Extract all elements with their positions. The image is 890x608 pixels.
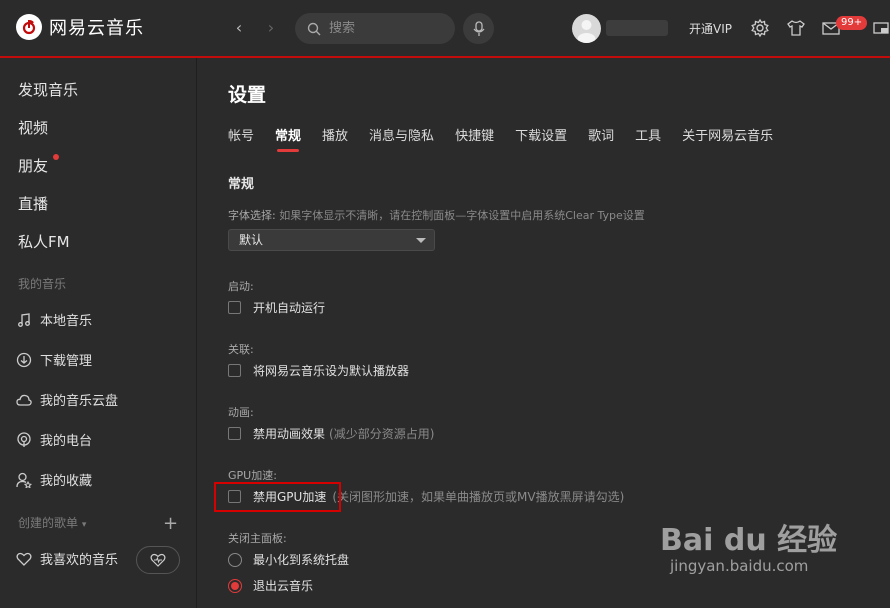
gpu-note: (关闭图形加速，如果单曲播放页或MV播放黑屏请勾选) (332, 490, 625, 504)
watermark-main: Bai du 经验 (660, 523, 838, 558)
sidebar-item-my-radio[interactable]: 我的电台 (16, 430, 92, 449)
gpu-label: GPU加速: (228, 469, 277, 482)
minimize-radio[interactable] (228, 552, 242, 567)
heartbeat-icon (150, 553, 166, 567)
message-badge: 99+ (836, 16, 868, 30)
animation-label: 动画: (228, 406, 254, 419)
sidebar-item-live[interactable]: 直播 (18, 193, 48, 214)
sidebar-item-label: 我的电台 (40, 434, 93, 449)
font-select[interactable]: 默认 (228, 229, 435, 251)
exit-label: 退出云音乐 (253, 579, 314, 593)
app-logo[interactable]: 网易云音乐 (16, 14, 144, 40)
tab-general[interactable]: 常规 (275, 125, 301, 152)
sidebar-item-discover[interactable]: 发现音乐 (18, 79, 78, 100)
watermark-sub: jingyan.baidu.com (670, 557, 809, 575)
sidebar-item-label: 我的音乐云盘 (40, 394, 119, 409)
heartbeat-mode-button[interactable] (136, 546, 180, 574)
association-option[interactable]: 将网易云音乐设为默认播放器 (228, 362, 409, 379)
association-label: 关联: (228, 343, 254, 356)
microphone-icon (473, 20, 484, 36)
created-playlists-heading[interactable]: 创建的歌单 ▾ (18, 514, 86, 531)
app-name: 网易云音乐 (49, 18, 144, 39)
font-select-value: 默认 (239, 233, 264, 247)
sidebar-item-label: 下载管理 (40, 354, 93, 369)
tab-lyrics[interactable]: 歌词 (588, 125, 614, 144)
startup-label: 启动: (228, 280, 254, 293)
heart-icon (16, 552, 32, 566)
association-option-label: 将网易云音乐设为默认播放器 (253, 364, 410, 378)
default-player-checkbox[interactable] (228, 364, 241, 377)
search-icon (307, 22, 321, 35)
music-note-icon (18, 312, 30, 327)
sidebar-item-label: 我的收藏 (40, 474, 93, 489)
notification-dot (53, 154, 59, 160)
close-option-minimize[interactable]: 最小化到系统托盘 (228, 551, 349, 568)
my-music-heading: 我的音乐 (18, 277, 67, 291)
radio-icon (17, 431, 31, 447)
sidebar: 发现音乐 视频 朋友 直播 私人FM 我的音乐 本地音乐 下载管理 我的音乐云盘… (0, 58, 197, 608)
sidebar-item-collection[interactable]: 我的收藏 (16, 470, 92, 489)
add-playlist-button[interactable]: + (163, 513, 178, 534)
tab-download-settings[interactable]: 下载设置 (515, 125, 567, 144)
mini-mode-icon[interactable] (872, 18, 890, 38)
startup-option-label: 开机自动运行 (253, 301, 326, 315)
download-icon (16, 352, 32, 367)
animation-option-label: 禁用动画效果 (253, 427, 326, 441)
avatar[interactable] (572, 14, 601, 43)
skin-shirt-icon[interactable] (786, 18, 806, 38)
voice-search-button[interactable] (463, 13, 494, 44)
sidebar-item-video[interactable]: 视频 (18, 117, 48, 138)
collection-icon (16, 472, 32, 488)
forward-button[interactable]: › (261, 18, 281, 38)
tab-account[interactable]: 帐号 (228, 125, 254, 144)
startup-checkbox[interactable] (228, 301, 241, 314)
section-title: 常规 (228, 177, 255, 192)
search-box[interactable] (295, 13, 455, 44)
sidebar-item-friends[interactable]: 朋友 (18, 155, 48, 176)
sidebar-item-label: 我喜欢的音乐 (40, 553, 119, 568)
font-label-row: 字体选择: 如果字体显示不清晰，请在控制面板—字体设置中启用系统Clear Ty… (228, 207, 645, 223)
font-hint: 如果字体显示不清晰，请在控制面板—字体设置中启用系统Clear Type设置 (279, 209, 645, 222)
gear-icon[interactable] (750, 18, 770, 38)
sidebar-item-label: 本地音乐 (40, 314, 93, 329)
open-vip-link[interactable]: 开通VIP (689, 20, 732, 37)
startup-option[interactable]: 开机自动运行 (228, 299, 325, 316)
close-panel-label: 关闭主面板: (228, 532, 287, 545)
baidu-watermark: Bai du 经验 jingyan.baidu.com (660, 515, 837, 575)
sidebar-item-cloud-drive[interactable]: 我的音乐云盘 (16, 390, 118, 409)
tab-tools[interactable]: 工具 (635, 125, 661, 144)
sidebar-item-liked-music[interactable]: 我喜欢的音乐 (16, 549, 118, 568)
disable-animation-checkbox[interactable] (228, 427, 241, 440)
annotation-highlight-box (214, 482, 341, 512)
page-title: 设置 (228, 84, 267, 106)
minimize-label: 最小化到系统托盘 (253, 553, 350, 567)
back-button[interactable]: ‹ (229, 18, 249, 38)
tab-about[interactable]: 关于网易云音乐 (682, 125, 773, 144)
tab-shortcuts[interactable]: 快捷键 (455, 125, 494, 144)
font-label: 字体选择: (228, 209, 276, 222)
sidebar-item-downloads[interactable]: 下载管理 (16, 350, 92, 369)
cloud-icon (16, 394, 32, 406)
tab-playback[interactable]: 播放 (322, 125, 348, 144)
settings-tabs: 帐号 常规 播放 消息与隐私 快捷键 下载设置 歌词 工具 关于网易云音乐 (228, 125, 794, 152)
search-input[interactable] (327, 20, 441, 37)
tab-messages-privacy[interactable]: 消息与隐私 (369, 125, 434, 144)
animation-note: (减少部分资源占用) (329, 427, 435, 441)
chevron-down-icon (416, 238, 426, 243)
username-blurred[interactable] (606, 20, 668, 36)
sidebar-item-local-music[interactable]: 本地音乐 (16, 310, 92, 329)
sidebar-item-personal-fm[interactable]: 私人FM (18, 231, 70, 252)
animation-option[interactable]: 禁用动画效果 (减少部分资源占用) (228, 425, 434, 442)
exit-radio[interactable] (228, 578, 242, 593)
top-bar: 网易云音乐 ‹ › 开通VIP 99+ (0, 0, 890, 58)
netease-logo-icon (16, 14, 42, 40)
close-option-exit[interactable]: 退出云音乐 (228, 577, 313, 594)
